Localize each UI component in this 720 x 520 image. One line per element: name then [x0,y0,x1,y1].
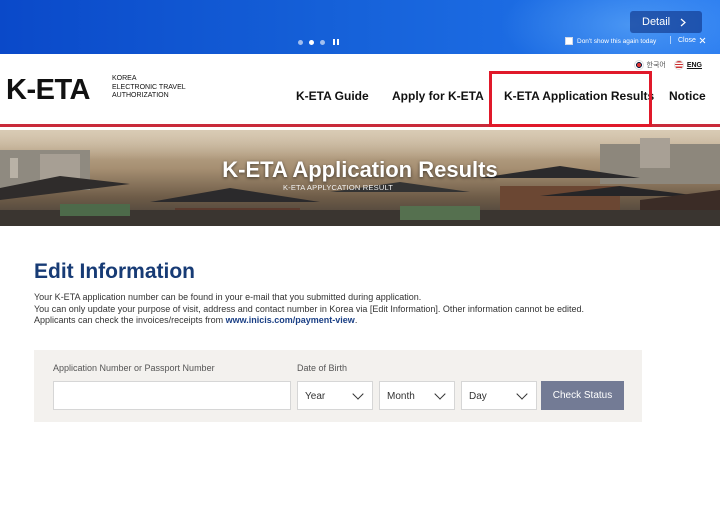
desc-line: Your K-ETA application number can be fou… [34,292,422,302]
lookup-form: Application Number or Passport Number Da… [34,350,642,422]
desc-line: Applicants can check the invoices/receip… [34,315,654,327]
banner-close-button[interactable]: Close [670,36,706,44]
close-icon [699,37,706,43]
desc-line-prefix: Applicants can check the invoices/receip… [34,315,226,325]
desc-line: You can only update your purpose of visi… [34,303,584,314]
birth-year-value: Year [305,391,326,402]
nav-k-eta-guide[interactable]: K-ETA Guide [296,89,369,103]
divider [670,36,671,44]
korea-flag-icon [633,60,644,71]
birth-month-select[interactable]: Month [379,381,455,410]
us-flag-icon [673,60,684,71]
payment-view-link[interactable]: www.inicis.com/payment-view [226,315,355,325]
site-logo[interactable]: K-ETA [6,74,90,107]
detail-label: Detail [642,16,671,28]
nav-notice[interactable]: Notice [669,89,706,103]
desc-line-suffix: . [354,315,358,325]
slide-dot[interactable] [298,39,303,45]
language-switch: 한국어 ENG [633,60,702,71]
nav-highlight-box [489,71,652,127]
lang-english[interactable]: ENG [673,60,702,71]
hero-subtitle: K-ETA APPLYCATION RESULT [282,183,394,192]
dont-show-checkbox[interactable] [565,37,573,45]
lang-english-label: ENG [686,61,702,69]
lang-korean-label: 한국어 [646,62,666,69]
chevron-down-icon [516,388,528,400]
application-number-input[interactable] [53,381,291,410]
chevron-right-icon [680,18,687,26]
hero-title: K-ETA Application Results [222,157,498,182]
logo-sub-line: AUTHORIZATION [112,92,169,99]
dont-show-today[interactable]: Don't show this again today [565,37,656,45]
detail-button[interactable]: Detail [630,11,702,33]
close-label: Close [678,36,696,44]
page-description: Your K-ETA application number can be fou… [34,292,654,327]
nav-apply-for-k-eta[interactable]: Apply for K-ETA [392,89,484,103]
application-number-label: Application Number or Passport Number [53,363,215,373]
dont-show-label: Don't show this again today [577,37,657,45]
logo-sub-line: KOREA [112,75,137,82]
birth-day-select[interactable]: Day [461,381,537,410]
logo-sub-line: ELECTRONIC TRAVEL [112,83,186,91]
pause-icon[interactable] [333,39,339,45]
hero-banner: K-ETA Application Results K-ETA APPLYCAT… [0,130,720,226]
birth-year-select[interactable]: Year [297,381,373,410]
page-title: Edit Information [34,260,195,283]
check-status-button[interactable]: Check Status [541,381,624,410]
birth-month-value: Month [387,391,415,402]
chevron-down-icon [352,388,364,400]
birth-day-value: Day [469,391,487,402]
slide-dot[interactable] [320,39,325,45]
logo-subtitle: KOREA ELECTRONIC TRAVEL AUTHORIZATION [112,75,192,101]
slide-indicator[interactable] [298,39,339,45]
slide-dot-active[interactable] [309,39,314,45]
lang-korean[interactable]: 한국어 [633,60,666,71]
chevron-down-icon [434,388,446,400]
date-of-birth-label: Date of Birth [297,363,348,373]
top-banner: Detail Don't show this again today Close [0,0,720,54]
